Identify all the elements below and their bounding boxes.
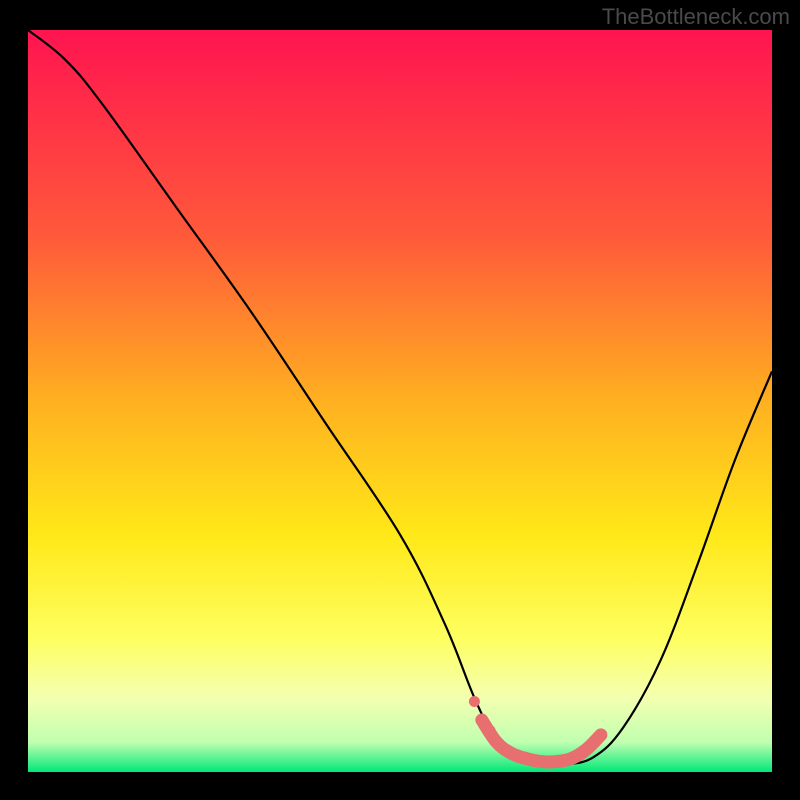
chart-svg [28, 30, 772, 772]
highlight-dot [483, 725, 496, 738]
watermark-text: TheBottleneck.com [602, 4, 790, 30]
chart-container: TheBottleneck.com [0, 0, 800, 800]
highlight-dot [469, 696, 480, 707]
chart-area [28, 30, 772, 772]
